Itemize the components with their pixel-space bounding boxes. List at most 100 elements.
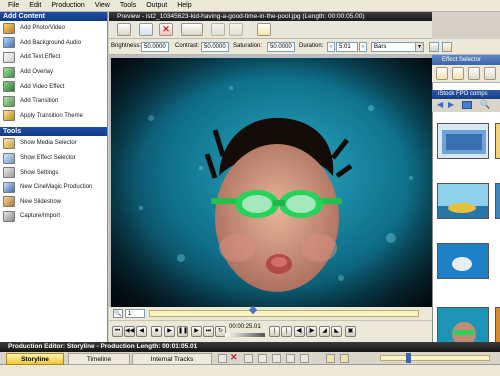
toolbar-icon[interactable] (218, 354, 227, 363)
apply-button[interactable] (429, 42, 439, 52)
skip-end-icon[interactable]: ⏭ (203, 326, 214, 337)
new-slideshow-item[interactable]: New Slideshow (0, 195, 107, 210)
item-label: Add Text Effect (20, 54, 61, 61)
skip-start-icon[interactable]: ⏮ (112, 326, 123, 337)
apply-transition-theme-item[interactable]: Apply Transition Theme (0, 109, 107, 124)
stop-icon[interactable]: ■ (151, 326, 162, 337)
add-photo-video-item[interactable]: Add Photo/Video (0, 21, 107, 36)
prev-clip-icon[interactable]: ◀| (294, 326, 305, 337)
thumb-image (438, 124, 488, 158)
cut-icon[interactable] (244, 354, 253, 363)
thumbnail-2[interactable] (495, 123, 500, 159)
tools-dropdown-button[interactable] (181, 23, 203, 36)
item-label: Add Photo/Video (20, 25, 65, 32)
menu-production[interactable]: Production (46, 0, 89, 12)
mark-out-icon[interactable]: | (281, 326, 292, 337)
play-icon[interactable]: ▶ (164, 326, 175, 337)
transport-controls: ⏮ ◀◀ ◀ ■ ▶ ❚❚ ▶ ⏭ ↻ 00:00:25.01 | | ◀| |… (109, 320, 432, 342)
copy-icon[interactable] (258, 354, 267, 363)
rewind-icon[interactable]: ◀◀ (124, 326, 135, 337)
view-icon[interactable] (484, 67, 496, 80)
brightness-label: Brightness: (111, 43, 142, 49)
reset-button[interactable] (442, 42, 452, 52)
clip-button[interactable] (257, 23, 271, 36)
duration-label: Duration: (299, 43, 324, 49)
forward-icon[interactable]: ▶ (448, 100, 454, 109)
editor-scrub-track[interactable] (380, 355, 490, 361)
pause-icon[interactable]: ❚❚ (177, 326, 188, 337)
thumbnail-1[interactable] (437, 123, 489, 159)
frame-field[interactable]: 1 (125, 309, 145, 318)
redo-button[interactable] (229, 23, 243, 36)
search-icon[interactable]: 🔍 (480, 100, 490, 109)
effect-select[interactable]: Bars (371, 42, 417, 52)
chevron-down-icon[interactable]: ▾ (415, 42, 424, 52)
trim-icon[interactable]: ◢ (319, 326, 330, 337)
monitor-icon[interactable] (462, 101, 472, 109)
brightness-field[interactable]: 50.0000 (141, 42, 169, 52)
duration-down-button[interactable]: ‹ (327, 42, 335, 52)
fullscreen-icon[interactable]: ▣ (345, 326, 356, 337)
undo-button[interactable] (211, 23, 225, 36)
tab-storyline[interactable]: Storyline (6, 353, 64, 365)
duration-up-button[interactable]: › (359, 42, 367, 52)
menu-edit[interactable]: Edit (24, 0, 46, 12)
item-label: Show Effect Selector (20, 155, 76, 162)
pool-photo (111, 58, 432, 310)
zoom-in-icon[interactable] (340, 354, 349, 363)
add-text-effect-item[interactable]: Add Text Effect (0, 50, 107, 65)
add-content-header[interactable]: Add Content (0, 12, 107, 21)
check-button[interactable] (139, 23, 153, 36)
step-forward-icon[interactable]: ▶ (191, 326, 202, 337)
back-icon[interactable]: ◀ (437, 100, 443, 109)
delete-icon[interactable]: ✕ (230, 352, 238, 363)
scrub-track[interactable] (149, 310, 419, 317)
undo-icon[interactable] (286, 354, 295, 363)
volume-slider[interactable] (225, 333, 265, 337)
thumbnail-7[interactable] (495, 307, 500, 343)
step-back-icon[interactable]: ◀ (136, 326, 147, 337)
delete-icon[interactable]: ✕ (159, 23, 173, 36)
menu-tools[interactable]: Tools (115, 0, 141, 12)
folder-icon[interactable] (452, 67, 464, 80)
duration-field[interactable]: 5.01 (336, 42, 358, 52)
add-background-audio-item[interactable]: Add Background Audio (0, 36, 107, 51)
saturation-field[interactable]: 50.0000 (267, 42, 295, 52)
menu-file[interactable]: File (3, 0, 24, 12)
tab-timeline[interactable]: Timeline (68, 353, 130, 365)
tab-internal-tracks[interactable]: Internal Tracks (132, 353, 212, 365)
menu-view[interactable]: View (90, 0, 115, 12)
mark-in-icon[interactable]: | (269, 326, 280, 337)
show-media-selector-item[interactable]: Show Media Selector (0, 136, 107, 151)
show-settings-item[interactable]: Show Settings (0, 165, 107, 180)
show-effect-selector-item[interactable]: Show Effect Selector (0, 151, 107, 166)
zoom-out-icon[interactable] (326, 354, 335, 363)
theme-icon (3, 110, 15, 122)
editor-playhead[interactable] (406, 353, 411, 363)
folder-icon[interactable] (436, 67, 448, 80)
thumb-image (496, 184, 500, 218)
add-overlay-item[interactable]: Add Overlay (0, 65, 107, 80)
split-icon[interactable]: ◣ (331, 326, 342, 337)
add-transition-item[interactable]: Add Transition (0, 94, 107, 109)
effect-selector-tab[interactable]: Effect Selector (432, 55, 500, 65)
thumbnail-6[interactable] (437, 307, 489, 343)
thumbnail-4[interactable] (495, 183, 500, 219)
menu-output[interactable]: Output (141, 0, 172, 12)
thumbnail-5[interactable] (437, 243, 489, 279)
tools-header[interactable]: Tools (0, 127, 107, 137)
add-video-effect-item[interactable]: Add Video Effect (0, 79, 107, 94)
new-cinemagic-production-item[interactable]: New CineMagic Production (0, 180, 107, 195)
zoom-button[interactable]: 🔍 (113, 309, 123, 318)
paste-icon[interactable] (272, 354, 281, 363)
image-icon[interactable] (468, 67, 480, 80)
next-clip-icon[interactable]: |▶ (306, 326, 317, 337)
menu-help[interactable]: Help (172, 0, 196, 12)
slideshow-icon (3, 196, 15, 208)
capture-import-item[interactable]: Capture/Import (0, 209, 107, 224)
thumbnail-3[interactable] (437, 183, 489, 219)
storyboard-button[interactable] (117, 23, 131, 36)
redo-icon[interactable] (300, 354, 309, 363)
item-label: Add Overlay (20, 69, 54, 76)
contrast-field[interactable]: 50.0000 (201, 42, 229, 52)
